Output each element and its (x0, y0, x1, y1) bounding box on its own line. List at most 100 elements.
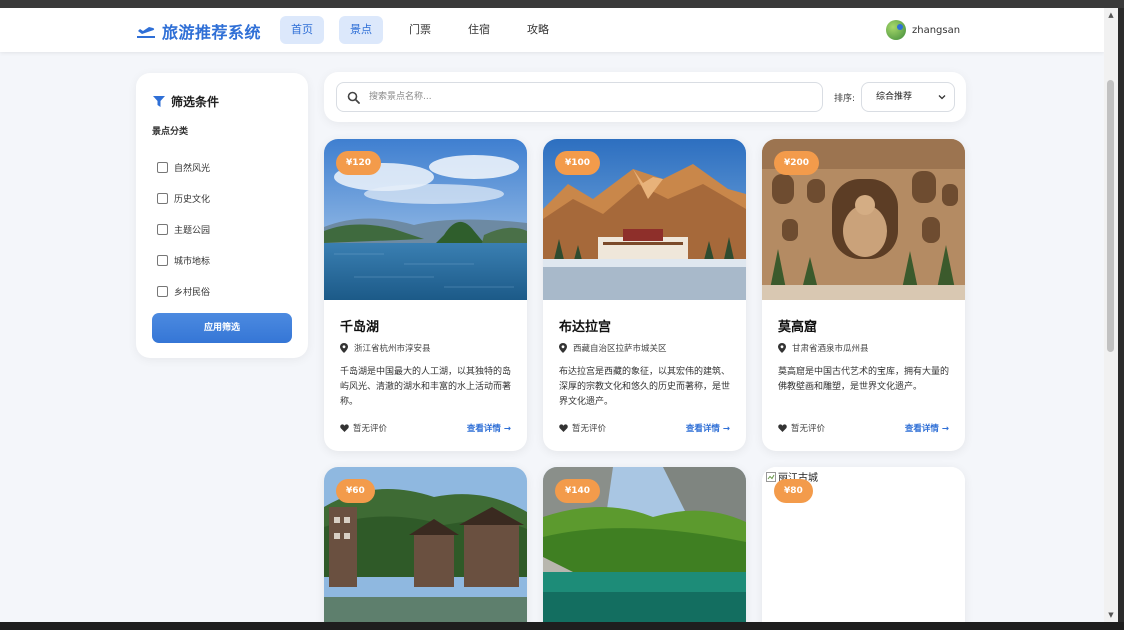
category-checkbox[interactable] (157, 255, 168, 266)
heart-icon (340, 424, 349, 432)
price-badge: ¥80 (774, 479, 813, 503)
nav-tickets[interactable]: 门票 (398, 16, 442, 44)
attraction-description: 莫高窟是中国古代艺术的宝库，拥有大量的佛教壁画和雕塑，是世界文化遗产。 (778, 367, 950, 392)
rating: 暂无评价 (340, 422, 387, 434)
rating-text: 暂无评价 (572, 424, 607, 434)
search-input[interactable] (369, 83, 809, 111)
card-footer: 暂无评价 查看详情 → (778, 422, 949, 434)
airplane-icon (137, 27, 155, 38)
attraction-image[interactable]: ¥140 (543, 467, 746, 622)
rating: 暂无评价 (559, 422, 606, 434)
main-nav: 首页 景点 门票 住宿 攻略 (280, 16, 560, 44)
sort-select[interactable]: 综合推荐 (861, 82, 955, 112)
filter-icon (153, 96, 165, 107)
price-badge: ¥120 (336, 151, 382, 175)
category-option[interactable]: 城市地标 (157, 245, 210, 276)
filter-header: 筛选条件 (153, 93, 219, 110)
nav-home[interactable]: 首页 (280, 16, 324, 44)
sort-label: 排序: (834, 94, 856, 104)
category-label: 自然风光 (174, 164, 211, 174)
location-pin-icon (559, 343, 567, 353)
attraction-title[interactable]: 布达拉宫 (559, 316, 730, 335)
apply-filter-button[interactable]: 应用筛选 (152, 313, 292, 343)
nav-hotels[interactable]: 住宿 (457, 16, 501, 44)
nav-guides[interactable]: 攻略 (516, 16, 560, 44)
category-label: 主题公园 (174, 226, 211, 236)
price-badge: ¥140 (555, 479, 601, 503)
page-scrollbar[interactable]: ▲ ▼ (1104, 8, 1118, 622)
rating: 暂无评价 (778, 422, 825, 434)
attraction-title[interactable]: 莫高窟 (778, 316, 949, 335)
category-checkbox[interactable] (157, 224, 168, 235)
attraction-card[interactable]: ¥100 布达拉宫 西藏自治区拉萨市城关区 布达拉宫是西藏的象征，以其宏伟的建筑… (543, 139, 746, 451)
attraction-title[interactable]: 千岛湖 (340, 316, 511, 335)
view-details-link[interactable]: 查看详情 → (905, 422, 949, 434)
brand-title: 旅游推荐系统 (162, 23, 262, 42)
attraction-location: 西藏自治区拉萨市城关区 (559, 342, 730, 354)
attraction-image[interactable]: ¥200 (762, 139, 965, 300)
card-footer: 暂无评价 查看详情 → (340, 422, 511, 434)
category-label: 乡村民俗 (174, 288, 211, 298)
brand-logo[interactable]: 旅游推荐系统 (136, 19, 261, 43)
filter-title: 筛选条件 (171, 95, 220, 109)
user-menu[interactable]: zhangsan (886, 20, 960, 40)
search-icon (347, 91, 360, 104)
top-navbar: 旅游推荐系统 首页 景点 门票 住宿 攻略 zhangsan (0, 8, 1104, 52)
rating-text: 暂无评价 (353, 424, 388, 434)
nav-attractions[interactable]: 景点 (339, 16, 383, 44)
attraction-location: 浙江省杭州市淳安县 (340, 342, 511, 354)
window-bottom-edge (0, 622, 1124, 630)
category-checkbox[interactable] (157, 162, 168, 173)
location-text: 西藏自治区拉萨市城关区 (573, 344, 667, 354)
view-details-link[interactable]: 查看详情 → (467, 422, 511, 434)
heart-icon (778, 424, 787, 432)
avatar (886, 20, 906, 40)
rating-text: 暂无评价 (791, 424, 826, 434)
location-text: 甘肃省酒泉市瓜州县 (792, 344, 869, 354)
filter-panel: 筛选条件 景点分类 自然风光 历史文化 主题公园 城市地标 乡村民俗 应用筛选 (136, 73, 308, 358)
attraction-card[interactable]: ¥60 (324, 467, 527, 622)
attraction-card[interactable]: 丽江古城 ¥80 (762, 467, 965, 622)
broken-image-icon (766, 471, 776, 482)
category-label: 城市地标 (174, 257, 211, 267)
scroll-down-arrow[interactable]: ▼ (1107, 610, 1115, 620)
attraction-description: 千岛湖是中国最大的人工湖，以其独特的岛屿风光、清澈的湖水和丰富的水上活动而著称。 (340, 367, 512, 407)
attraction-image[interactable]: ¥100 (543, 139, 746, 300)
attraction-image[interactable]: ¥120 (324, 139, 527, 300)
chevron-down-icon (938, 95, 946, 100)
attraction-description: 布达拉宫是西藏的象征，以其宏伟的建筑、深厚的宗教文化和悠久的历史而著称，是世界文… (559, 367, 731, 407)
attraction-card[interactable]: ¥140 (543, 467, 746, 622)
sort-selected-value: 综合推荐 (876, 92, 913, 102)
price-badge: ¥100 (555, 151, 601, 175)
page-viewport: 旅游推荐系统 首页 景点 门票 住宿 攻略 zhangsan 筛选条件 景点分类… (0, 8, 1104, 622)
heart-icon (559, 424, 568, 432)
category-heading: 景点分类 (152, 127, 189, 137)
scroll-up-arrow[interactable]: ▲ (1107, 10, 1115, 20)
search-panel: 排序: 综合推荐 (324, 72, 966, 122)
window-top-edge (0, 0, 1124, 8)
price-badge: ¥200 (774, 151, 820, 175)
view-details-link[interactable]: 查看详情 → (686, 422, 730, 434)
category-list: 自然风光 历史文化 主题公园 城市地标 乡村民俗 (157, 152, 210, 307)
price-badge: ¥60 (336, 479, 375, 503)
scrollbar-thumb[interactable] (1107, 80, 1114, 352)
attraction-location: 甘肃省酒泉市瓜州县 (778, 342, 949, 354)
category-option[interactable]: 历史文化 (157, 183, 210, 214)
attraction-image[interactable]: 丽江古城 ¥80 (762, 467, 965, 622)
attraction-card[interactable]: ¥200 莫高窟 甘肃省酒泉市瓜州县 莫高窟是中国古代艺术的宝库，拥有大量的佛教… (762, 139, 965, 451)
category-label: 历史文化 (174, 195, 211, 205)
window-right-edge (1118, 8, 1124, 622)
category-option[interactable]: 自然风光 (157, 152, 210, 183)
category-checkbox[interactable] (157, 286, 168, 297)
username: zhangsan (912, 24, 961, 36)
location-pin-icon (778, 343, 786, 353)
location-text: 浙江省杭州市淳安县 (354, 344, 431, 354)
card-footer: 暂无评价 查看详情 → (559, 422, 730, 434)
attraction-card[interactable]: ¥120 千岛湖 浙江省杭州市淳安县 千岛湖是中国最大的人工湖，以其独特的岛屿风… (324, 139, 527, 451)
search-box[interactable] (336, 82, 823, 112)
category-option[interactable]: 乡村民俗 (157, 276, 210, 307)
location-pin-icon (340, 343, 348, 353)
category-checkbox[interactable] (157, 193, 168, 204)
category-option[interactable]: 主题公园 (157, 214, 210, 245)
attraction-image[interactable]: ¥60 (324, 467, 527, 622)
